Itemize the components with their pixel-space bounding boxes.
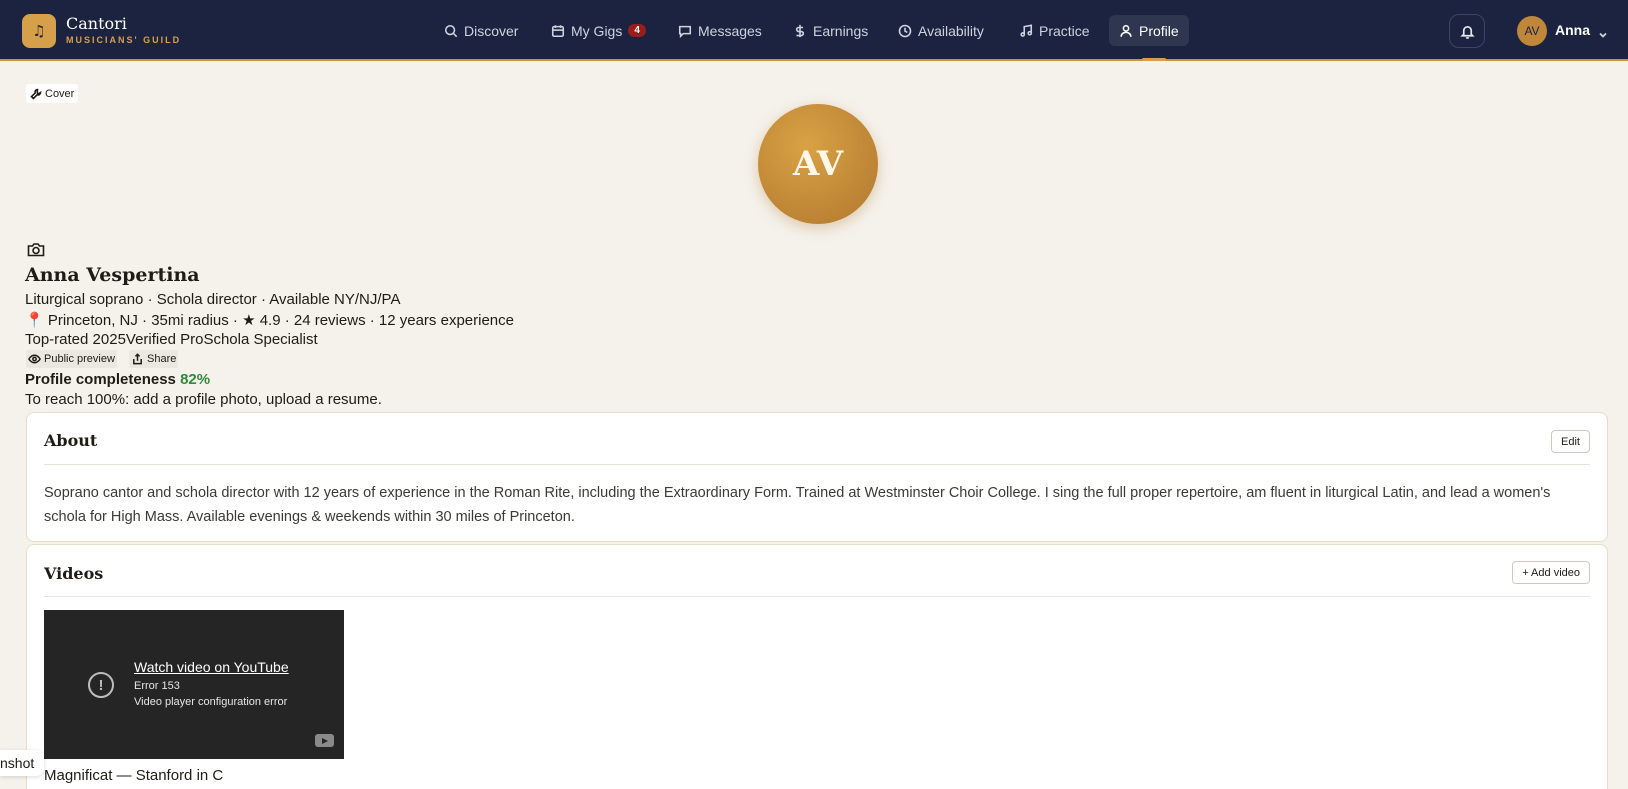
nav-discover[interactable]: Discover xyxy=(434,15,528,46)
watch-on-youtube-link[interactable]: Watch video on YouTube xyxy=(134,659,289,675)
calendar-icon xyxy=(551,24,565,37)
nav-my-gigs[interactable]: My Gigs 4 xyxy=(541,15,656,46)
nav-profile-label: Profile xyxy=(1139,22,1179,39)
camera-icon[interactable] xyxy=(27,242,45,257)
profile-name: Anna Vespertina xyxy=(25,264,200,286)
bell-icon xyxy=(1459,25,1475,39)
completeness-value: 82% xyxy=(180,371,211,388)
card-divider xyxy=(44,596,1590,597)
top-nav-bar: ♫ Cantori MUSICIANS' GUILD Discover My G… xyxy=(0,0,1628,61)
card-divider xyxy=(44,464,1590,465)
music-note-icon xyxy=(1020,23,1033,37)
nav-discover-label: Discover xyxy=(464,22,519,39)
about-text: Soprano cantor and schola director with … xyxy=(44,485,1551,525)
music-note-icon: ♫ xyxy=(32,22,46,40)
videos-title: Videos xyxy=(44,564,104,583)
profile-avatar: AV xyxy=(758,104,878,224)
video-player[interactable]: ! Watch video on YouTube Error 153 Video… xyxy=(44,610,344,759)
gigs-count-badge: 4 xyxy=(628,24,646,37)
completeness-label: Profile completeness xyxy=(25,371,176,388)
public-preview-button[interactable]: Public preview xyxy=(26,350,117,368)
video-error-code: Error 153 xyxy=(134,680,180,692)
about-card: About Edit Soprano cantor and schola dir… xyxy=(26,412,1608,542)
message-icon xyxy=(678,25,692,38)
active-tab-indicator xyxy=(1142,58,1166,61)
nav-profile[interactable]: Profile xyxy=(1109,15,1189,46)
profile-badges: Top-rated 2025Verified ProSchola Special… xyxy=(25,331,318,348)
user-name[interactable]: Anna xyxy=(1555,22,1590,38)
nav-practice-label: Practice xyxy=(1039,22,1090,39)
nav-my-gigs-label: My Gigs xyxy=(571,22,623,39)
public-preview-label: Public preview xyxy=(44,353,115,365)
nav-messages[interactable]: Messages xyxy=(668,15,772,46)
nav-earnings[interactable]: Earnings xyxy=(783,15,878,46)
notifications-button[interactable] xyxy=(1449,14,1485,48)
youtube-icon[interactable] xyxy=(315,734,334,747)
edit-cover-button[interactable]: Cover xyxy=(26,84,79,103)
nav-messages-label: Messages xyxy=(698,22,762,39)
search-icon xyxy=(444,24,458,37)
edit-about-button[interactable]: Edit xyxy=(1551,430,1590,453)
cover-label: Cover xyxy=(45,87,75,100)
completeness-hint: To reach 100%: add a profile photo, uplo… xyxy=(25,391,382,408)
share-button[interactable]: Share xyxy=(129,350,179,368)
share-icon xyxy=(133,353,142,365)
profile-tagline: Liturgical soprano · Schola director · A… xyxy=(25,291,401,308)
clock-icon xyxy=(898,24,912,37)
user-avatar[interactable]: AV xyxy=(1517,16,1547,46)
nav-availability[interactable]: Availability xyxy=(888,15,994,46)
add-video-button[interactable]: + Add video xyxy=(1512,561,1590,584)
brand[interactable]: Cantori MUSICIANS' GUILD xyxy=(66,14,182,46)
share-label: Share xyxy=(147,353,177,365)
video-error-message: Video player configuration error xyxy=(134,696,288,708)
wrench-icon xyxy=(30,88,42,100)
about-title: About xyxy=(44,431,98,450)
videos-card: Videos + Add video ! Watch video on YouT… xyxy=(26,544,1608,789)
brand-logo[interactable]: ♫ xyxy=(22,14,56,48)
brand-subtitle: MUSICIANS' GUILD xyxy=(66,35,182,45)
eye-icon xyxy=(28,354,41,364)
brand-name: Cantori xyxy=(66,14,127,33)
profile-completeness: Profile completeness 82% xyxy=(25,371,210,388)
profile-location-stats: 📍 Princeton, NJ · 35mi radius · ★ 4.9 · … xyxy=(25,312,514,329)
error-icon: ! xyxy=(88,672,114,698)
chevron-down-icon[interactable] xyxy=(1598,25,1608,38)
nav-practice[interactable]: Practice xyxy=(1009,15,1100,46)
screenshot-tag[interactable]: nshot xyxy=(0,750,45,776)
nav-earnings-label: Earnings xyxy=(813,22,869,39)
video-caption: Magnificat — Stanford in C xyxy=(44,767,224,784)
dollar-icon xyxy=(795,24,805,37)
nav-availability-label: Availability xyxy=(918,22,984,39)
user-icon xyxy=(1120,24,1132,37)
